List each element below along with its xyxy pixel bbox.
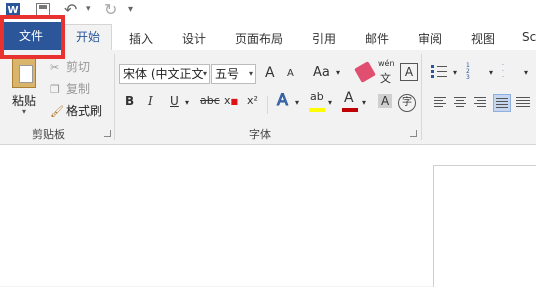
subscript-button[interactable]: x■ — [224, 94, 238, 107]
ribbon-home: 粘贴 ▾ ✂ 剪切 ❐ 复制 🖌 格式刷 剪贴板 宋体 (中文正文 ▾ 五号 ▾ A … — [0, 50, 536, 145]
grow-font-button[interactable]: A — [265, 65, 275, 81]
font-launcher-icon[interactable] — [410, 130, 417, 137]
font-name-value: 宋体 (中文正文 — [123, 67, 204, 81]
font-size-combo[interactable]: 五号 ▾ — [211, 64, 256, 84]
group-divider — [421, 54, 422, 140]
cut-button[interactable]: ✂ 剪切 — [50, 58, 90, 75]
font-size-value: 五号 — [215, 67, 240, 81]
bullets-button[interactable] — [431, 63, 451, 81]
multilevel-dropdown-icon[interactable]: ▾ — [524, 68, 528, 77]
change-case-dropdown-icon[interactable]: ▾ — [336, 68, 340, 77]
copy-icon: ❐ — [50, 83, 60, 96]
copy-button[interactable]: ❐ 复制 — [50, 80, 90, 97]
distributed-button[interactable] — [514, 94, 532, 112]
paste-icon[interactable] — [12, 58, 36, 88]
font-color-button[interactable]: A — [344, 90, 354, 106]
font-name-combo[interactable]: 宋体 (中文正文 ▾ — [119, 64, 210, 84]
bullets-dropdown-icon[interactable]: ▾ — [453, 68, 457, 77]
align-center-button[interactable] — [452, 94, 470, 112]
multilevel-list-button[interactable]: · · · — [502, 63, 522, 81]
text-effects-button[interactable]: A — [277, 90, 289, 110]
align-right-button[interactable] — [472, 94, 490, 112]
font-color-bar — [342, 108, 358, 112]
chevron-down-icon: ▾ — [248, 69, 253, 78]
font-color-dropdown-icon[interactable]: ▾ — [362, 98, 366, 107]
tab-page-layout[interactable]: 页面布局 — [235, 30, 283, 47]
font-group-label: 字体 — [249, 128, 271, 141]
chevron-down-icon: ▾ — [202, 69, 207, 78]
divider — [267, 96, 268, 114]
customize-qat-icon[interactable]: ▾ — [128, 4, 133, 15]
tab-mailings[interactable]: 邮件 — [365, 30, 389, 47]
highlight-button[interactable]: ab — [310, 90, 324, 103]
format-painter-button[interactable]: 🖌 格式刷 — [50, 102, 102, 119]
tab-view[interactable]: 视图 — [471, 30, 495, 47]
enclose-characters-button[interactable]: 字 — [398, 94, 416, 112]
tab-references[interactable]: 引用 — [312, 30, 336, 47]
paste-dropdown-icon[interactable]: ▾ — [22, 107, 26, 116]
tab-home[interactable]: 开始 — [64, 24, 112, 50]
redo-icon[interactable]: ↻ — [104, 0, 117, 19]
tab-more[interactable]: Sc — [522, 30, 536, 44]
brush-icon: 🖌 — [50, 105, 64, 118]
pinyin-guide-top: wén — [378, 59, 395, 68]
change-case-button[interactable]: Aa — [313, 65, 330, 80]
text-effects-dropdown-icon[interactable]: ▾ — [295, 98, 299, 107]
undo-icon[interactable]: ↶ — [64, 0, 77, 19]
tab-review[interactable]: 审阅 — [418, 30, 442, 47]
numbering-dropdown-icon[interactable]: ▾ — [489, 68, 493, 77]
numbering-button[interactable]: 123 — [466, 63, 486, 81]
italic-button[interactable]: I — [148, 94, 153, 108]
cut-label: 剪切 — [66, 60, 91, 74]
character-shading-button[interactable]: A — [378, 94, 393, 108]
highlight-dropdown-icon[interactable]: ▾ — [328, 98, 332, 107]
character-border-button[interactable]: A — [400, 63, 418, 81]
align-left-button[interactable] — [432, 94, 450, 112]
format-painter-label: 格式刷 — [66, 104, 103, 118]
justify-button[interactable] — [493, 94, 511, 112]
scissors-icon: ✂ — [50, 61, 60, 74]
underline-dropdown-icon[interactable]: ▾ — [185, 98, 189, 107]
ribbon-tabs: 文件 开始 插入 设计 页面布局 引用 邮件 审阅 视图 Sc — [0, 22, 536, 50]
pinyin-guide-button[interactable]: 文 — [380, 70, 391, 86]
undo-dropdown-icon[interactable]: ▾ — [86, 4, 91, 14]
shrink-font-button[interactable]: A — [287, 68, 294, 79]
tab-design[interactable]: 设计 — [182, 30, 206, 47]
quick-access-toolbar: W ↶ ▾ ↻ ▾ — [0, 0, 536, 22]
underline-button[interactable]: U — [170, 94, 179, 108]
document-page[interactable] — [433, 165, 536, 287]
annotation-highlight-box — [0, 15, 65, 59]
strikethrough-button[interactable]: abc — [200, 94, 220, 107]
superscript-button[interactable]: x² — [247, 94, 258, 107]
bold-button[interactable]: B — [125, 94, 134, 108]
highlight-color-bar — [309, 108, 325, 112]
clipboard-launcher-icon[interactable] — [104, 130, 111, 137]
group-divider — [114, 54, 115, 140]
tab-insert[interactable]: 插入 — [129, 30, 153, 47]
copy-label: 复制 — [66, 82, 91, 96]
clear-formatting-icon[interactable] — [354, 61, 376, 83]
clipboard-group-label: 剪贴板 — [32, 128, 65, 141]
